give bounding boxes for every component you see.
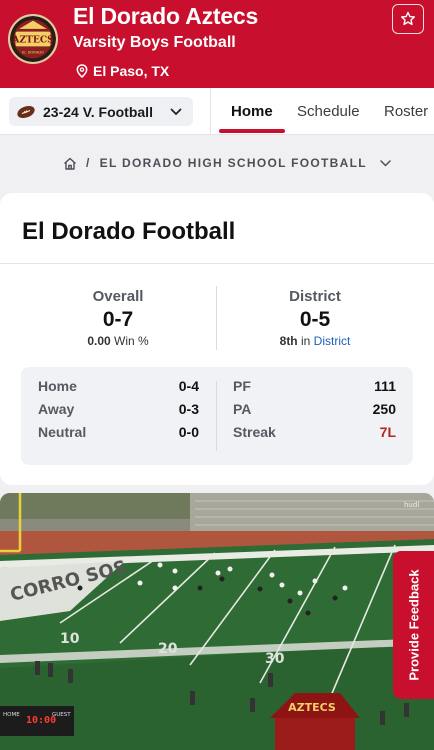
split-home-label: Home: [38, 378, 77, 394]
win-percentage: 0.00 Win %: [43, 334, 193, 348]
yard-label: 20: [158, 641, 178, 657]
district-label: District: [289, 288, 341, 305]
record-divider: [216, 286, 217, 350]
logo-text: AZTECS: [11, 35, 54, 46]
team-location: El Paso, TX: [76, 63, 169, 79]
chevron-down-icon: [170, 108, 182, 115]
season-label: 23-24 V. Football: [43, 103, 153, 120]
split-home-value: 0-4: [178, 378, 199, 394]
team-header: AZTECS EL DORADO El Dorado Aztecs Varsit…: [0, 0, 434, 88]
yard-label: 30: [265, 651, 285, 667]
district-record: District 0-5 8th in District: [240, 288, 390, 348]
provide-feedback-button[interactable]: Provide Feedback: [393, 551, 434, 699]
season-selector[interactable]: 23-24 V. Football: [9, 97, 193, 126]
points-for-label: PF: [233, 378, 251, 394]
overall-label: Overall: [92, 288, 144, 305]
star-icon: [401, 11, 415, 26]
district-rank-value: 8th: [279, 334, 298, 348]
logo-subtext: EL DORADO: [22, 51, 44, 55]
game-video[interactable]: CORRO SOS 10 20 30 AZTECS HOME GUEST 10:…: [0, 493, 434, 750]
breadcrumb[interactable]: / EL DORADO HIGH SCHOOL FOOTBALL: [63, 156, 391, 170]
location-pin-icon: [76, 64, 88, 78]
tent-text: AZTECS: [288, 701, 336, 714]
team-subtitle: Varsity Boys Football: [73, 34, 236, 51]
win-pct-label: Win %: [114, 334, 149, 348]
sub-navigation: 23-24 V. Football Home Schedule Roster: [0, 88, 434, 135]
tab-roster[interactable]: Roster: [384, 103, 428, 120]
tab-schedule[interactable]: Schedule: [297, 103, 360, 120]
split-neutral-value: 0-0: [178, 424, 199, 440]
record-card: El Dorado Football Overall 0-7 0.00 Win …: [0, 193, 434, 485]
streak-label: Streak: [233, 424, 276, 440]
points-against-label: PA: [233, 401, 252, 417]
overall-value: 0-7: [102, 308, 134, 331]
district-rank-in: in: [300, 334, 311, 348]
district-link[interactable]: District: [314, 334, 351, 348]
breadcrumb-separator: /: [86, 156, 91, 170]
points-for-value: 111: [374, 378, 396, 394]
scoreboard-home: HOME: [3, 712, 20, 718]
chevron-down-icon[interactable]: [380, 159, 391, 167]
nav-divider: [210, 88, 211, 134]
card-divider: [0, 263, 434, 264]
stats-divider: [216, 381, 217, 451]
favorite-button[interactable]: [392, 4, 424, 34]
location-text: El Paso, TX: [93, 63, 170, 79]
tab-home[interactable]: Home: [231, 103, 273, 120]
football-icon: [17, 105, 35, 118]
split-away-value: 0-3: [178, 401, 199, 417]
district-value: 0-5: [299, 308, 331, 331]
yard-label: 10: [60, 631, 80, 647]
breadcrumb-label[interactable]: EL DORADO HIGH SCHOOL FOOTBALL: [100, 156, 367, 170]
stats-box: Home 0-4 Away 0-3 Neutral 0-0 PF 111 PA …: [21, 367, 413, 465]
streak-value: 7L: [379, 424, 396, 440]
feedback-label: Provide Feedback: [406, 569, 421, 681]
win-pct-value: 0.00: [87, 334, 111, 348]
split-away-label: Away: [38, 401, 75, 417]
card-title: El Dorado Football: [22, 218, 236, 245]
team-name: El Dorado Aztecs: [73, 3, 259, 29]
split-neutral-label: Neutral: [38, 424, 87, 440]
overall-record: Overall 0-7 0.00 Win %: [43, 288, 193, 348]
active-tab-indicator: [219, 129, 285, 133]
home-icon[interactable]: [63, 157, 77, 170]
hudl-watermark: hudl: [404, 501, 419, 509]
points-against-value: 250: [372, 401, 396, 417]
scoreboard-clock: 10:00: [26, 715, 56, 726]
district-rank: 8th in District: [240, 334, 390, 348]
team-logo: AZTECS EL DORADO: [8, 14, 58, 64]
